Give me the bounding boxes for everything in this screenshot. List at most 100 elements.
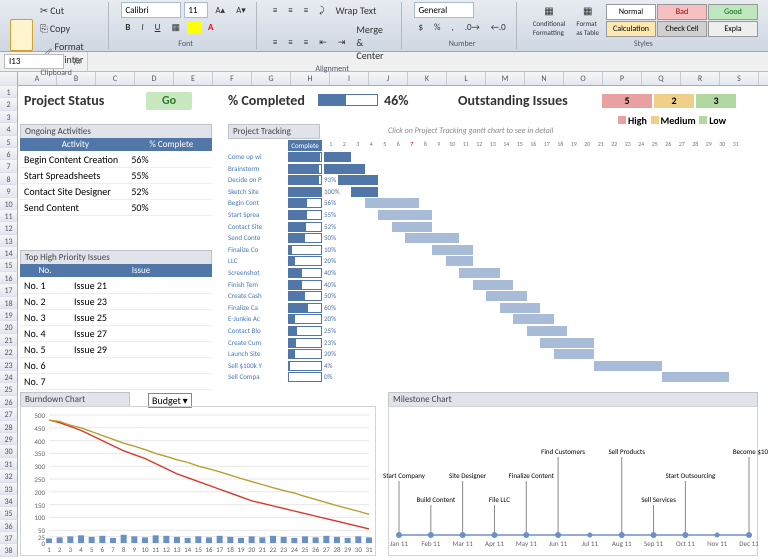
column-header[interactable]: G <box>252 72 291 85</box>
row-header[interactable]: 36 <box>0 520 18 532</box>
task-name[interactable]: Decide on P <box>228 175 286 184</box>
gantt-bar[interactable] <box>500 303 541 313</box>
italic-button[interactable]: I <box>137 20 147 35</box>
task-name[interactable]: Sell Compa <box>228 372 286 381</box>
align-center-icon[interactable]: ≡ <box>284 35 296 50</box>
row-header[interactable]: 3 <box>0 111 18 123</box>
column-header[interactable]: B <box>57 72 96 85</box>
task-name[interactable]: Finalize Ca <box>228 303 286 312</box>
column-header[interactable]: N <box>525 72 564 85</box>
gantt-bar[interactable] <box>405 233 459 243</box>
conditional-formatting-button[interactable]: ▦Conditional Formatting <box>529 2 570 39</box>
select-all-corner[interactable] <box>0 72 18 86</box>
style-good[interactable]: Good <box>708 4 758 20</box>
row-header[interactable]: 4 <box>0 123 18 135</box>
row-header[interactable]: 20 <box>0 321 18 333</box>
gantt-bar[interactable] <box>351 187 378 197</box>
row-header[interactable]: 8 <box>0 173 18 185</box>
gantt-bar[interactable] <box>554 349 595 359</box>
row-header[interactable]: 9 <box>0 185 18 197</box>
align-bot-icon[interactable]: ≡ <box>300 3 312 18</box>
row-header[interactable]: 24 <box>0 371 18 383</box>
style-check-cell[interactable]: Check Cell <box>657 21 707 37</box>
column-header[interactable]: K <box>408 72 447 85</box>
column-header[interactable]: E <box>174 72 213 85</box>
row-header[interactable]: 17 <box>0 284 18 296</box>
row-header[interactable]: 27 <box>0 408 18 420</box>
column-header[interactable]: A <box>18 72 57 85</box>
indent-inc-icon[interactable]: ⇥ <box>334 35 350 50</box>
column-header[interactable]: D <box>135 72 174 85</box>
font-family-select[interactable] <box>121 2 181 18</box>
align-left-icon[interactable]: ≡ <box>269 35 281 50</box>
worksheet[interactable]: Project Status Go % Completed 46% Outsta… <box>18 86 768 560</box>
gantt-bar[interactable] <box>446 256 473 266</box>
underline-button[interactable]: U <box>151 20 165 35</box>
row-header[interactable]: 13 <box>0 235 18 247</box>
row-header[interactable]: 10 <box>0 198 18 210</box>
bold-button[interactable]: B <box>121 20 134 35</box>
gantt-bar[interactable] <box>378 210 432 220</box>
gantt-bar[interactable] <box>540 338 594 348</box>
number-format-select[interactable] <box>414 2 474 18</box>
row-header[interactable]: 21 <box>0 334 18 346</box>
task-name[interactable]: Send Conte <box>228 233 286 242</box>
task-name[interactable]: Finalize Co <box>228 245 286 254</box>
column-header[interactable]: M <box>486 72 525 85</box>
column-header[interactable]: J <box>369 72 408 85</box>
row-header[interactable]: 11 <box>0 210 18 222</box>
indent-dec-icon[interactable]: ⇤ <box>315 35 331 50</box>
task-name[interactable]: Create Cum <box>228 338 286 347</box>
row-header[interactable]: 18 <box>0 297 18 309</box>
style-bad[interactable]: Bad <box>657 4 707 20</box>
row-header[interactable]: 19 <box>0 309 18 321</box>
fx-icon[interactable]: fx <box>74 56 81 67</box>
font-color-button[interactable]: A <box>204 20 217 35</box>
column-header[interactable]: R <box>681 72 720 85</box>
currency-icon[interactable]: $ <box>414 20 427 35</box>
row-header[interactable]: 26 <box>0 396 18 408</box>
row-header[interactable]: 32 <box>0 470 18 482</box>
gantt-bar[interactable] <box>324 152 351 162</box>
task-name[interactable]: LLC <box>228 256 286 265</box>
task-name[interactable]: Start Sprea <box>228 210 286 219</box>
task-name[interactable]: Brainstorm <box>228 164 286 173</box>
task-name[interactable]: Contact Site <box>228 222 286 231</box>
row-header[interactable]: 31 <box>0 458 18 470</box>
gantt-bar[interactable] <box>486 291 527 301</box>
format-as-table-button[interactable]: ▦Format as Table <box>572 2 603 39</box>
align-right-icon[interactable]: ≡ <box>300 35 312 50</box>
row-header[interactable]: 38 <box>0 544 18 556</box>
name-box[interactable] <box>4 54 64 69</box>
gantt-bar[interactable] <box>459 268 500 278</box>
gantt-bar[interactable] <box>662 372 730 382</box>
row-header[interactable]: 12 <box>0 222 18 234</box>
cut-button[interactable]: ✂Cut <box>36 2 103 19</box>
gantt-bar[interactable] <box>432 245 473 255</box>
row-header[interactable]: 28 <box>0 421 18 433</box>
border-button[interactable]: ▦ <box>167 20 184 35</box>
task-name[interactable]: Come up wi <box>228 152 286 161</box>
row-header[interactable]: 5 <box>0 136 18 148</box>
fill-color-button[interactable] <box>187 22 201 34</box>
copy-button[interactable]: ⎘Copy <box>36 20 103 37</box>
task-name[interactable]: Contact Blo <box>228 326 286 335</box>
burndown-chart[interactable]: 02550100150200250300350400450500 1234567… <box>20 406 376 556</box>
decrease-font-icon[interactable]: A▾ <box>232 3 250 18</box>
row-header[interactable]: 30 <box>0 445 18 457</box>
column-header[interactable]: S <box>720 72 759 85</box>
style-explanatory[interactable]: Expla <box>708 21 758 37</box>
gantt-bar[interactable] <box>392 222 433 232</box>
row-header[interactable]: 25 <box>0 383 18 395</box>
align-top-icon[interactable]: ≡ <box>269 3 281 18</box>
paste-button[interactable] <box>10 19 33 51</box>
row-header[interactable]: 37 <box>0 532 18 544</box>
gantt-bar[interactable] <box>527 326 568 336</box>
gantt-bar[interactable] <box>324 164 365 174</box>
align-mid-icon[interactable]: ≡ <box>284 3 296 18</box>
column-header[interactable]: C <box>96 72 135 85</box>
column-header[interactable]: I <box>330 72 369 85</box>
increase-font-icon[interactable]: A▴ <box>211 3 229 18</box>
gantt-bar[interactable] <box>473 280 514 290</box>
task-name[interactable]: Create Cash <box>228 291 286 300</box>
